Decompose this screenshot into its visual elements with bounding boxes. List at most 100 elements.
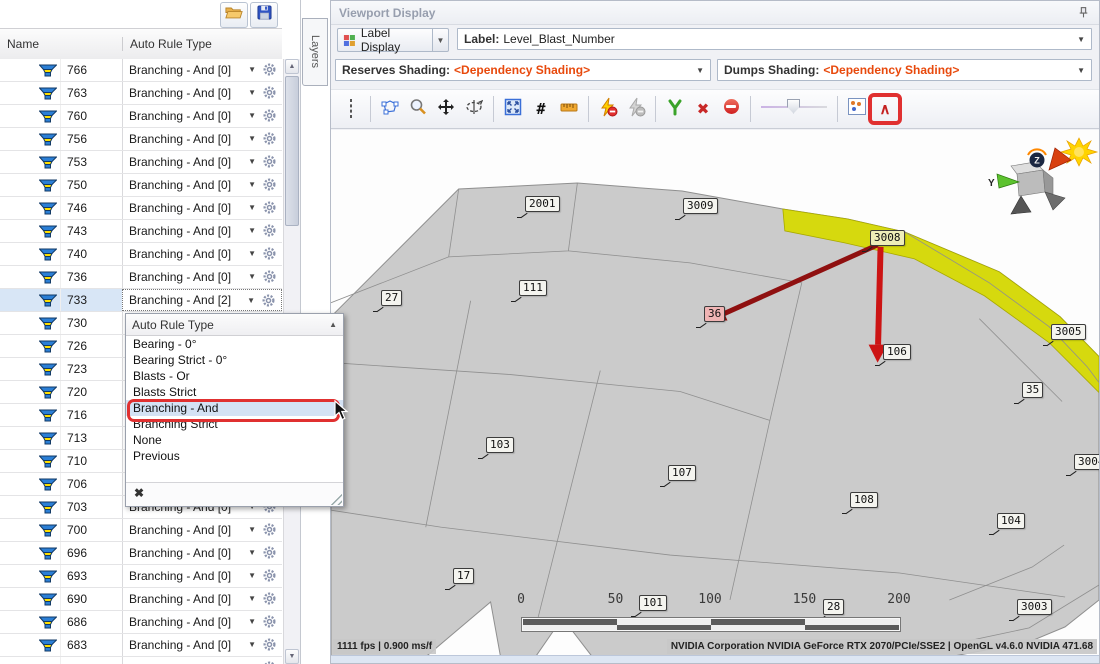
popup-item[interactable]: Blasts - Or bbox=[126, 368, 343, 384]
dropdown-arrow-icon[interactable]: ▼ bbox=[248, 249, 256, 258]
column-header-rule-type[interactable]: Auto Rule Type bbox=[123, 37, 282, 51]
table-row[interactable]: 690Branching - And [0]▼ bbox=[0, 588, 282, 611]
gear-icon[interactable] bbox=[262, 660, 277, 664]
rule-type-dropdown[interactable]: Branching - And [2]▼ bbox=[122, 289, 282, 311]
rule-type-dropdown[interactable]: Branching - And [0]▼ bbox=[122, 588, 282, 610]
grid-button[interactable]: # bbox=[528, 95, 554, 123]
zoom-button[interactable] bbox=[405, 95, 431, 123]
orbit-button[interactable] bbox=[461, 95, 487, 123]
dropdown-arrow-icon[interactable]: ▼ bbox=[248, 571, 256, 580]
table-row[interactable]: 760Branching - And [0]▼ bbox=[0, 105, 282, 128]
scroll-down-icon[interactable]: ▼ bbox=[285, 649, 299, 664]
gear-icon[interactable] bbox=[262, 614, 277, 632]
dropdown-arrow-icon[interactable]: ▼ bbox=[247, 296, 255, 305]
zoom-extents-button[interactable] bbox=[500, 95, 526, 123]
remove-dependency-button[interactable] bbox=[595, 95, 621, 123]
dropdown-arrow-icon[interactable]: ▼ bbox=[248, 617, 256, 626]
gear-icon[interactable] bbox=[262, 177, 277, 195]
rule-type-dropdown[interactable]: Branching - And [0]▼ bbox=[122, 174, 282, 196]
polygon-select-button[interactable] bbox=[377, 95, 403, 123]
gear-icon[interactable] bbox=[262, 522, 277, 540]
rule-type-dropdown[interactable]: Branching - And [0]▼ bbox=[122, 266, 282, 288]
gear-icon[interactable] bbox=[262, 223, 277, 241]
viewport-canvas[interactable]: 2001300930082711136106300535103107300410… bbox=[331, 130, 1099, 658]
rule-type-dropdown[interactable]: Branching - And [0]▼ bbox=[122, 105, 282, 127]
table-row[interactable]: 740Branching - And [0]▼ bbox=[0, 243, 282, 266]
exclude-button[interactable] bbox=[718, 95, 744, 123]
table-row[interactable]: 693Branching - And [0]▼ bbox=[0, 565, 282, 588]
dropdown-arrow-icon[interactable]: ▼ bbox=[248, 226, 256, 235]
table-row[interactable]: 750Branching - And [0]▼ bbox=[0, 174, 282, 197]
rule-type-dropdown[interactable]: Branching - And [0]▼ bbox=[122, 128, 282, 150]
save-button[interactable] bbox=[250, 2, 278, 28]
gear-icon[interactable] bbox=[262, 545, 277, 563]
dropdown-arrow-icon[interactable]: ▼ bbox=[248, 594, 256, 603]
open-button[interactable] bbox=[220, 2, 248, 28]
table-row[interactable]: 753Branching - And [0]▼ bbox=[0, 151, 282, 174]
dropdown-arrow-icon[interactable]: ▼ bbox=[248, 134, 256, 143]
table-header[interactable]: Name Auto Rule Type bbox=[0, 28, 282, 60]
rule-type-dropdown[interactable]: Branching - And [0]▼ bbox=[122, 243, 282, 265]
orientation-gizmo[interactable]: Z Y bbox=[987, 136, 1099, 220]
gear-icon[interactable] bbox=[262, 154, 277, 172]
resize-grip[interactable] bbox=[330, 493, 342, 505]
label-display-button[interactable]: Label Display bbox=[337, 28, 433, 52]
rule-type-dropdown[interactable]: Branching - And [0]▼ bbox=[122, 519, 282, 541]
gear-icon[interactable] bbox=[262, 200, 277, 218]
table-row[interactable] bbox=[0, 657, 282, 664]
rule-type-dropdown[interactable]: Branching - And [0]▼ bbox=[122, 542, 282, 564]
gear-icon[interactable] bbox=[262, 131, 277, 149]
delete-button[interactable]: ✖ bbox=[690, 95, 716, 123]
dropdown-arrow-icon[interactable]: ▼ bbox=[248, 111, 256, 120]
popup-item[interactable]: Bearing - 0° bbox=[126, 336, 343, 352]
gear-icon[interactable] bbox=[262, 108, 277, 126]
point-display-button[interactable] bbox=[844, 95, 870, 123]
popup-item[interactable]: Blasts Strict bbox=[126, 384, 343, 400]
dropdown-arrow-icon[interactable]: ▼ bbox=[248, 180, 256, 189]
chevron-down-icon[interactable]: ▼ bbox=[696, 66, 704, 75]
table-row[interactable]: 683Branching - And [0]▼ bbox=[0, 634, 282, 657]
chevron-down-icon[interactable]: ▼ bbox=[1077, 66, 1085, 75]
gear-icon[interactable] bbox=[262, 568, 277, 586]
scroll-up-icon[interactable]: ▲ bbox=[285, 59, 299, 74]
table-row[interactable]: 766Branching - And [0]▼ bbox=[0, 59, 282, 82]
gear-icon[interactable] bbox=[262, 591, 277, 609]
rule-type-dropdown[interactable]: Branching - And [0]▼ bbox=[122, 82, 282, 104]
sort-ascending-icon[interactable]: ▲ bbox=[329, 320, 337, 329]
table-row[interactable]: 743Branching - And [0]▼ bbox=[0, 220, 282, 243]
chevron-down-icon[interactable]: ▼ bbox=[1077, 35, 1085, 44]
table-row[interactable]: 736Branching - And [0]▼ bbox=[0, 266, 282, 289]
tab-layers[interactable]: Layers bbox=[302, 18, 328, 86]
gear-icon[interactable] bbox=[262, 85, 277, 103]
rule-type-dropdown[interactable]: Branching - And [0]▼ bbox=[122, 611, 282, 633]
dropdown-arrow-icon[interactable]: ▼ bbox=[248, 203, 256, 212]
gear-icon[interactable] bbox=[262, 246, 277, 264]
table-row[interactable]: 756Branching - And [0]▼ bbox=[0, 128, 282, 151]
pin-icon[interactable] bbox=[1077, 6, 1091, 20]
dumps-shading-combo[interactable]: Dumps Shading: <Dependency Shading> ▼ bbox=[717, 59, 1092, 81]
dropdown-arrow-icon[interactable]: ▼ bbox=[248, 272, 256, 281]
branch-button[interactable] bbox=[662, 95, 688, 123]
rule-type-dropdown[interactable]: Branching - And [0]▼ bbox=[122, 565, 282, 587]
rule-type-dropdown[interactable]: Branching - And [0]▼ bbox=[122, 634, 282, 656]
gear-icon[interactable] bbox=[261, 293, 276, 311]
table-row[interactable]: 746Branching - And [0]▼ bbox=[0, 197, 282, 220]
popup-item[interactable]: Previous bbox=[126, 448, 343, 464]
popup-item[interactable]: None bbox=[126, 432, 343, 448]
dropdown-arrow-icon[interactable]: ▼ bbox=[248, 640, 256, 649]
dropdown-arrow-icon[interactable]: ▼ bbox=[248, 525, 256, 534]
pan-button[interactable] bbox=[433, 95, 459, 123]
table-row[interactable]: 696Branching - And [0]▼ bbox=[0, 542, 282, 565]
dropdown-arrow-icon[interactable]: ▼ bbox=[248, 88, 256, 97]
popup-column-header[interactable]: Auto Rule Type ▲ bbox=[126, 314, 343, 336]
measure-button[interactable] bbox=[556, 95, 582, 123]
gear-icon[interactable] bbox=[262, 637, 277, 655]
rule-type-dropdown[interactable]: Branching - And [0]▼ bbox=[122, 59, 282, 81]
caret-up-button[interactable]: ∧ bbox=[872, 95, 898, 123]
dropdown-arrow-icon[interactable]: ▼ bbox=[248, 65, 256, 74]
popup-item[interactable]: Bearing Strict - 0° bbox=[126, 352, 343, 368]
rule-type-dropdown[interactable]: Branching - And [0]▼ bbox=[122, 197, 282, 219]
table-row[interactable]: 700Branching - And [0]▼ bbox=[0, 519, 282, 542]
marquee-select-button[interactable] bbox=[338, 95, 364, 123]
column-header-name[interactable]: Name bbox=[0, 37, 123, 51]
